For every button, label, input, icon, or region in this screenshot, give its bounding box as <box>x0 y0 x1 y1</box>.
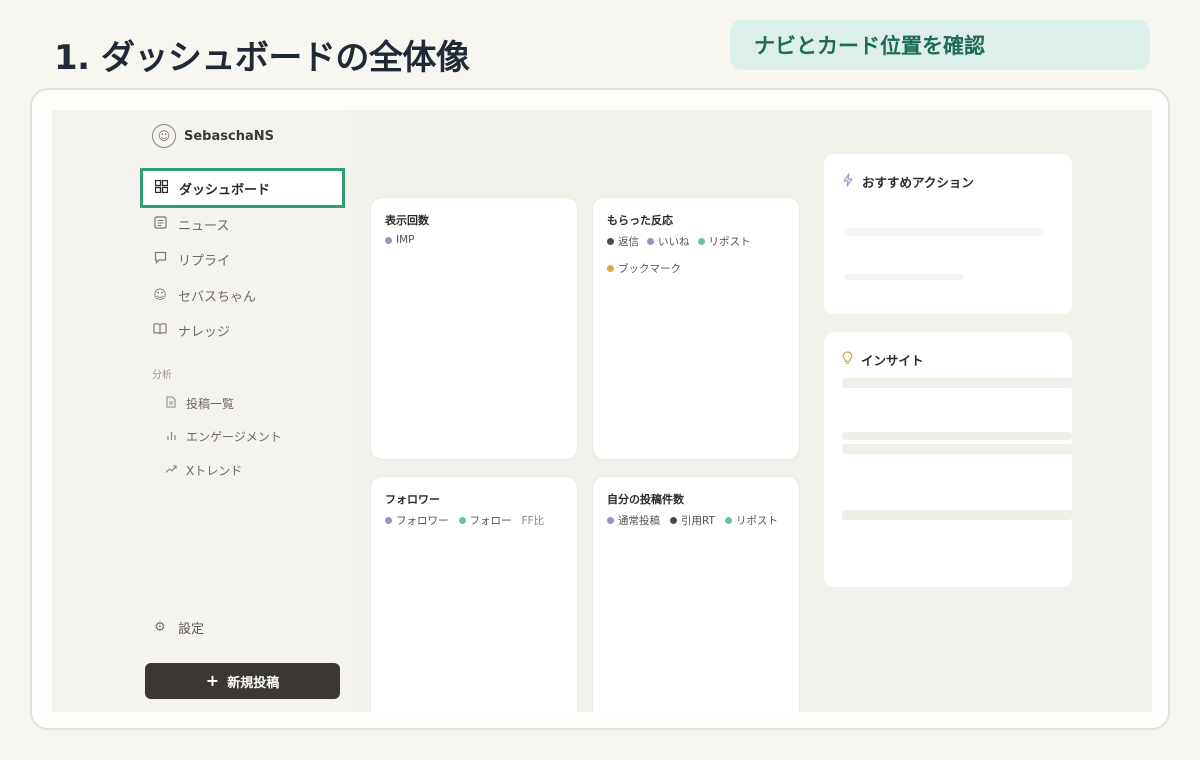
legend-label: ブックマーク <box>618 263 681 275</box>
legend-dot <box>458 517 466 524</box>
card-legend: IMP <box>385 234 575 246</box>
bar-chart-icon <box>164 430 178 444</box>
card-title: フォロワー <box>385 493 440 506</box>
card-header: おすすめアクション <box>842 172 974 191</box>
mascot-icon: ☺ <box>152 124 176 148</box>
card-posts: 自分の投稿件数 通常投稿 引用RT リポスト <box>592 476 800 712</box>
lightning-icon <box>842 173 854 190</box>
skeleton-line <box>844 228 1044 236</box>
legend-label: フォロー <box>469 515 512 527</box>
legend-item: フォロー <box>458 513 512 528</box>
sidebar-item-label: セバスちゃん <box>178 289 257 305</box>
settings-label: 設定 <box>178 622 205 637</box>
card-insights: インサイト <box>824 332 1072 587</box>
brand-name: SebaschaNS <box>184 128 274 144</box>
book-icon <box>152 322 168 339</box>
sidebar-subitem-engagement[interactable]: エンゲージメント <box>164 428 282 445</box>
card-reactions: もらった反応 返信 いいね リポスト ブックマーク <box>592 197 800 460</box>
mascot-icon: ☺ <box>153 287 167 303</box>
sidebar-item-label: リプライ <box>178 253 231 269</box>
legend-item: リポスト <box>724 513 778 528</box>
legend-item: 返信 <box>607 234 639 249</box>
skeleton-line <box>842 510 1072 520</box>
legend-item: フォロワー <box>385 513 449 528</box>
card-legend: 返信 いいね リポスト ブックマーク <box>607 234 797 276</box>
card-impressions: 表示回数 IMP <box>370 197 578 460</box>
card-title: もらった反応 <box>607 214 673 227</box>
card-title: 表示回数 <box>385 214 429 227</box>
legend-label: リポスト <box>708 236 751 248</box>
sidebar-item-knowledge[interactable]: ナレッジ <box>140 310 345 350</box>
legend-dot <box>385 236 392 244</box>
sidebar-subitem-posts[interactable]: 投稿一覧 <box>164 395 234 412</box>
gear-icon: ⚙ <box>154 620 166 635</box>
card-title: インサイト <box>861 353 924 368</box>
legend-label: 返信 <box>618 236 639 248</box>
chat-icon <box>152 251 168 268</box>
sidebar-subitem-label: エンゲージメント <box>186 430 282 444</box>
sidebar-subitem-label: 投稿一覧 <box>186 397 235 411</box>
sidebar-item-settings[interactable]: ⚙ 設定 <box>152 618 204 637</box>
legend-item: ブックマーク <box>607 261 681 276</box>
sidebar-item-sebas[interactable]: ☺ セバスちゃん <box>140 275 345 315</box>
legend-dot <box>670 517 677 524</box>
sidebar-item-reply[interactable]: リプライ <box>140 239 345 279</box>
section-label-analytics: 分析 <box>152 370 172 381</box>
hint-callout: ナビとカード位置を確認 <box>730 20 1150 70</box>
plus-icon: + <box>205 671 220 690</box>
document-icon <box>164 396 178 411</box>
newspaper-icon <box>152 215 168 233</box>
legend-dot <box>647 238 654 245</box>
skeleton-line <box>842 444 1072 454</box>
sidebar-subitem-trend[interactable]: Xトレンド <box>164 462 242 479</box>
skeleton-line <box>842 378 1072 388</box>
sidebar-item-label: ナレッジ <box>178 324 231 340</box>
new-post-label: 新規投稿 <box>227 675 280 691</box>
trend-icon <box>164 464 178 477</box>
legend-item: IMP <box>385 234 415 246</box>
legend-dot <box>724 517 732 524</box>
legend-label: 引用RT <box>681 515 715 527</box>
legend-dot <box>607 265 614 272</box>
screenshot-frame: ☺ SebaschaNS ダッシュボード ニュース リプライ ☺ セバスちゃん … <box>30 88 1170 730</box>
sidebar-item-dashboard[interactable]: ダッシュボード <box>140 168 345 208</box>
skeleton-line <box>842 432 1072 440</box>
card-header: インサイト <box>842 350 924 369</box>
sidebar-item-news[interactable]: ニュース <box>140 204 345 244</box>
sidebar: ☺ SebaschaNS ダッシュボード ニュース リプライ ☺ セバスちゃん … <box>52 110 350 712</box>
legend-dot <box>385 517 392 524</box>
sidebar-item-label: ニュース <box>178 218 230 234</box>
legend-label: リポスト <box>735 515 778 527</box>
legend-item: リポスト <box>697 234 751 249</box>
legend-dot <box>697 238 705 245</box>
slide-title: 1. ダッシュボードの全体像 <box>54 38 470 78</box>
legend-item: 引用RT <box>670 513 715 528</box>
card-legend: フォロワー フォロー FF比 <box>385 513 575 528</box>
legend-ff-ratio: FF比 <box>521 515 545 527</box>
new-post-button[interactable]: + 新規投稿 <box>145 663 340 699</box>
legend-item: 通常投稿 <box>607 513 660 528</box>
legend-label: いいね <box>658 236 690 248</box>
card-recommended-actions: おすすめアクション <box>824 154 1072 314</box>
sidebar-subitem-label: Xトレンド <box>186 464 243 478</box>
grid-icon <box>153 179 169 197</box>
card-legend: 通常投稿 引用RT リポスト <box>607 513 807 528</box>
card-title: 自分の投稿件数 <box>607 493 684 506</box>
legend-dot <box>607 517 614 524</box>
legend-dot <box>607 238 614 245</box>
app-window: ☺ SebaschaNS ダッシュボード ニュース リプライ ☺ セバスちゃん … <box>52 110 1152 712</box>
legend-item: いいね <box>647 234 690 249</box>
sidebar-item-label: ダッシュボード <box>179 182 271 198</box>
lightbulb-icon <box>842 351 853 368</box>
card-title: おすすめアクション <box>862 175 974 190</box>
brand[interactable]: ☺ SebaschaNS <box>152 124 274 148</box>
card-followers: フォロワー フォロワー フォロー FF比 <box>370 476 578 712</box>
legend-label: IMP <box>396 234 415 246</box>
legend-label: フォロワー <box>396 515 449 527</box>
skeleton-line <box>844 274 964 280</box>
legend-label: 通常投稿 <box>618 515 660 527</box>
